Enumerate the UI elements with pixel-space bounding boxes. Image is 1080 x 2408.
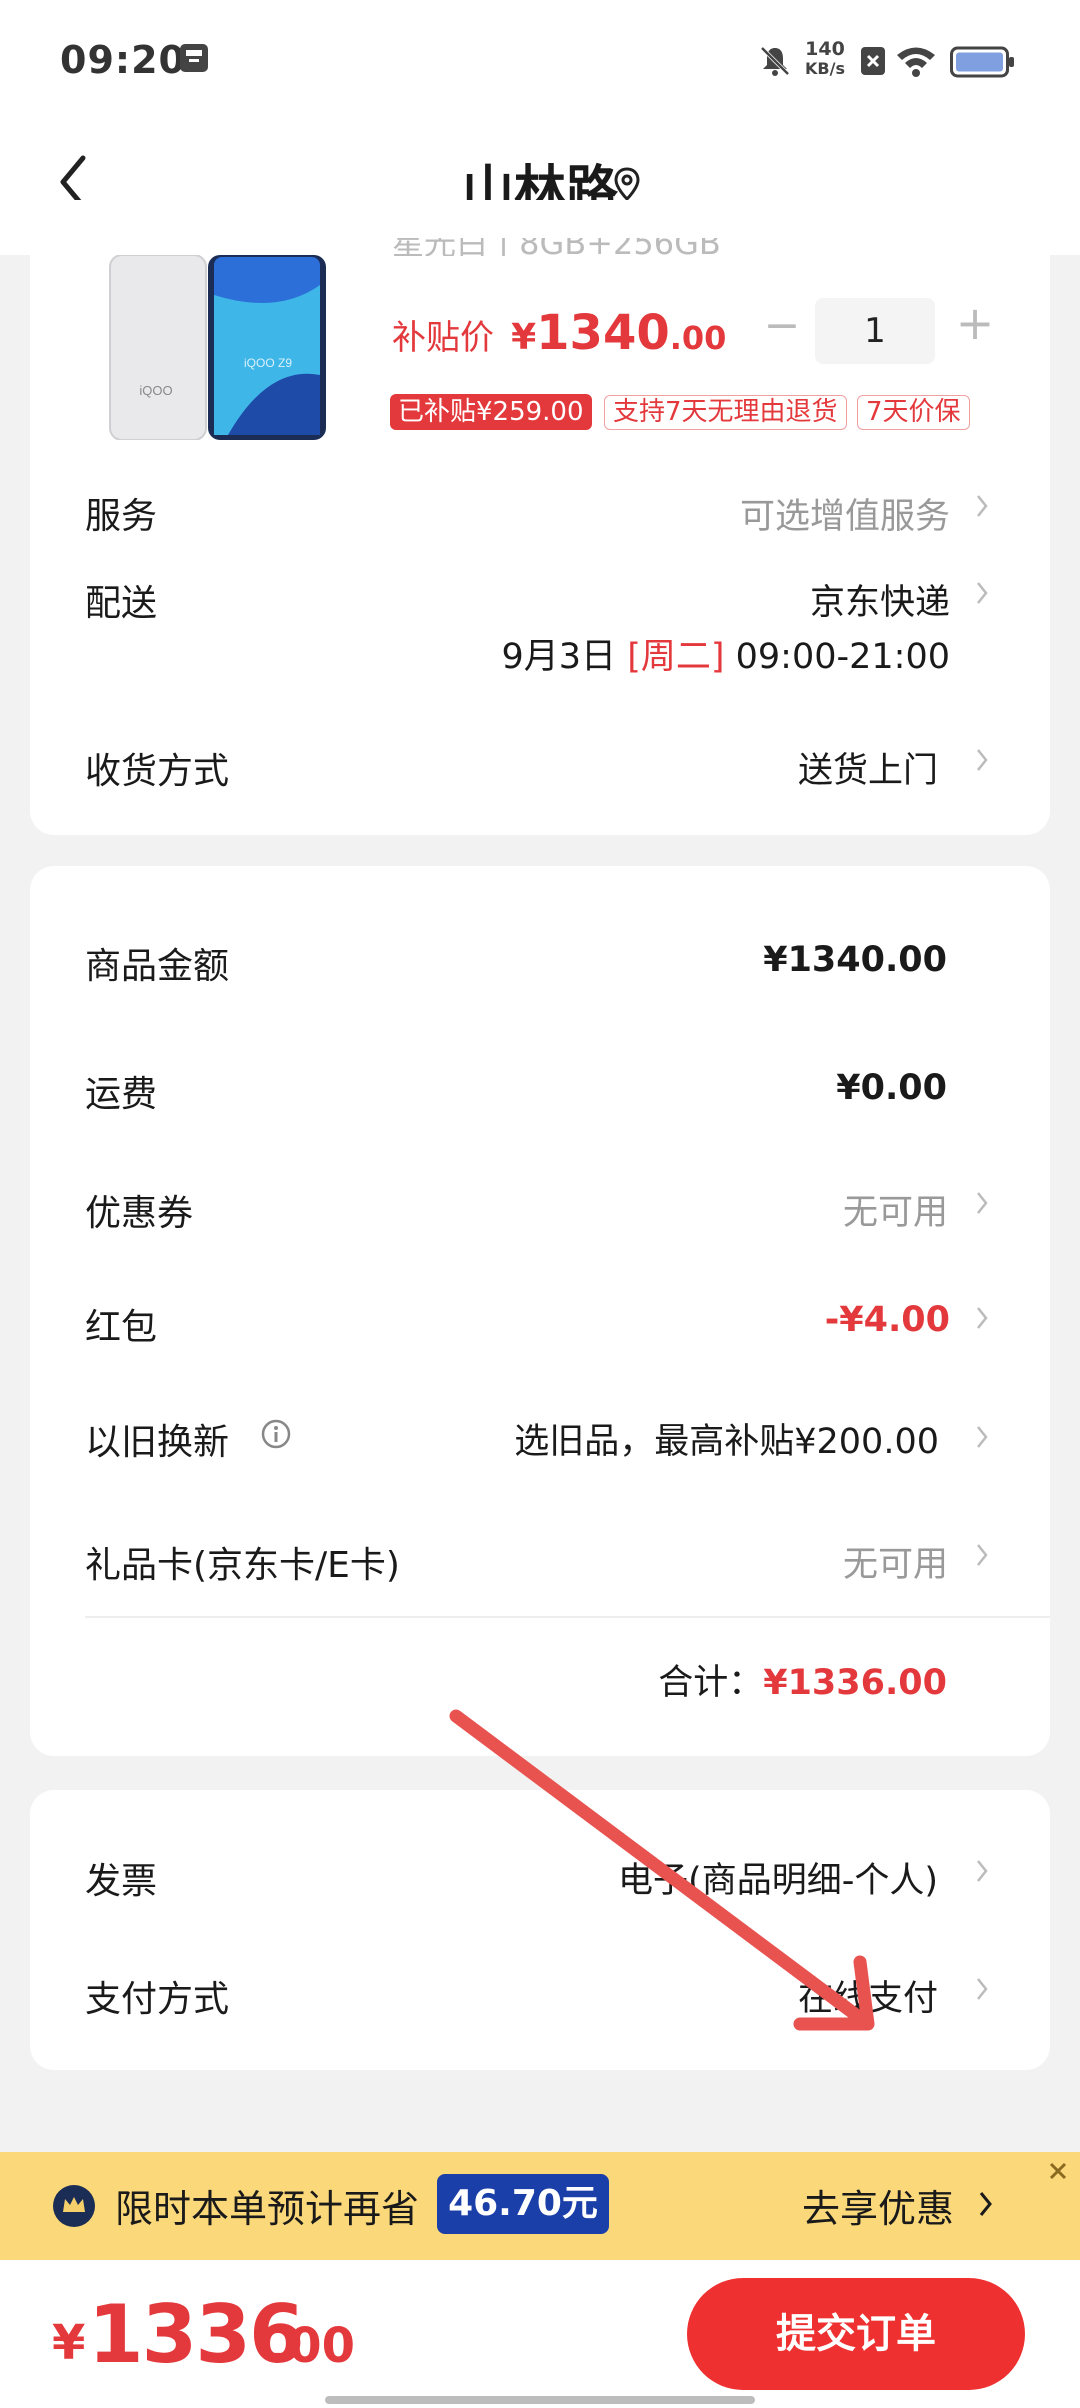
service-value[interactable]: 可选增值服务 xyxy=(740,488,950,539)
crown-icon xyxy=(52,2184,96,2228)
chevron-right-icon[interactable] xyxy=(975,747,989,773)
delivery-label: 配送 xyxy=(85,583,158,624)
svg-text:iQOO: iQOO xyxy=(139,383,172,398)
close-icon[interactable] xyxy=(1045,2158,1071,2184)
shipping-value: ¥0.00 xyxy=(836,1068,947,1108)
receive-label: 收货方式 xyxy=(85,751,230,792)
promo-text: 限时本单预计再省 xyxy=(115,2187,420,2231)
wifi-icon xyxy=(895,44,937,78)
invoice-label: 发票 xyxy=(85,1861,158,1902)
product-image[interactable]: iQOO iQOO Z9 xyxy=(108,254,328,441)
giftcard-value[interactable]: 无可用 xyxy=(843,1536,948,1587)
storage-icon xyxy=(178,42,210,74)
chevron-right-icon[interactable] xyxy=(978,2189,994,2219)
status-time: 09:20 xyxy=(60,38,186,82)
goods-amount-label: 商品金额 xyxy=(85,946,230,987)
subtotal-value: ¥1336.00 xyxy=(763,1663,947,1703)
battery-icon xyxy=(950,46,1016,78)
chevron-right-icon[interactable] xyxy=(975,1542,989,1568)
delivery-window: 09:00-21:00 xyxy=(735,637,950,677)
net-speed: 140 KB/s xyxy=(800,38,850,79)
mute-icon xyxy=(758,44,792,78)
subtotal: 合计：¥1336.00 xyxy=(658,1654,947,1705)
subtotal-label: 合计： xyxy=(658,1663,764,1703)
delivery-time: 9月3日 [周二] 09:00-21:00 xyxy=(502,628,951,679)
no-sim-icon xyxy=(860,46,886,76)
price-row: 补贴价 ¥1340.00 xyxy=(392,305,726,361)
location-pin-icon[interactable] xyxy=(612,166,642,202)
payment-label: 支付方式 xyxy=(85,1979,230,2020)
giftcard-label: 礼品卡(京东卡/E卡) xyxy=(85,1545,400,1586)
tradein-label: 以旧换新 xyxy=(85,1422,230,1463)
chevron-right-icon[interactable] xyxy=(975,493,989,519)
goods-amount-value: ¥1340.00 xyxy=(763,940,947,980)
total-decimal: .00 xyxy=(270,2318,356,2374)
receive-value[interactable]: 送货上门 xyxy=(798,742,938,793)
chevron-right-icon[interactable] xyxy=(975,1424,989,1450)
submit-order-button[interactable]: 提交订单 xyxy=(687,2278,1025,2390)
promo-amount-badge: 46.70元 xyxy=(437,2174,609,2234)
tradein-value[interactable]: 选旧品，最高补贴¥200.00 xyxy=(514,1413,939,1464)
promo-cta[interactable]: 去享优惠 xyxy=(802,2178,954,2233)
quantity-field[interactable]: 1 xyxy=(815,298,935,364)
chevron-right-icon[interactable] xyxy=(975,580,989,606)
delivery-weekday: [周二] xyxy=(627,637,725,677)
annotation-arrow xyxy=(440,1700,900,2040)
net-speed-unit: KB/s xyxy=(805,59,845,78)
redpacket-value[interactable]: -¥4.00 xyxy=(825,1300,950,1340)
price-label: 补贴价 xyxy=(392,318,494,358)
divider xyxy=(85,1616,1050,1618)
net-speed-value: 140 xyxy=(805,38,845,60)
chevron-right-icon[interactable] xyxy=(975,1305,989,1331)
home-indicator[interactable] xyxy=(325,2396,755,2404)
price-dec: .00 xyxy=(669,319,727,357)
quantity-decrease-button[interactable]: − xyxy=(762,300,802,351)
svg-text:iQOO Z9: iQOO Z9 xyxy=(244,356,292,370)
subsidy-tag: 已补贴¥259.00 xyxy=(390,394,592,430)
coupon-label: 优惠券 xyxy=(85,1193,194,1234)
service-label: 服务 xyxy=(85,496,158,537)
coupon-value[interactable]: 无可用 xyxy=(843,1184,948,1235)
delivery-date: 9月3日 xyxy=(501,637,617,677)
price-int: 1340 xyxy=(536,305,670,361)
return-policy-tag: 支持7天无理由退货 xyxy=(604,395,847,430)
redpacket-label: 红包 xyxy=(85,1307,158,1348)
chevron-right-icon[interactable] xyxy=(975,1858,989,1884)
price-protect-tag: 7天价保 xyxy=(857,395,970,430)
delivery-value[interactable]: 京东快递 xyxy=(810,574,950,625)
chevron-right-icon[interactable] xyxy=(975,1976,989,2002)
quantity-increase-button[interactable]: + xyxy=(955,296,995,350)
product-spec: 星光白 | 8GB+256GB xyxy=(392,238,721,256)
total-symbol: ¥ xyxy=(52,2315,86,2371)
chevron-right-icon[interactable] xyxy=(975,1190,989,1216)
shipping-label: 运费 xyxy=(85,1074,158,1115)
info-icon[interactable] xyxy=(260,1418,292,1450)
price-symbol: ¥ xyxy=(511,317,537,358)
